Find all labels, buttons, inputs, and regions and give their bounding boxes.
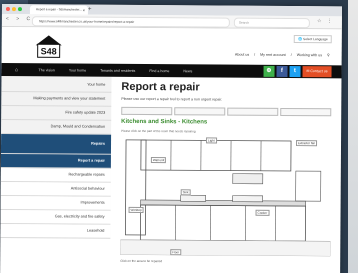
globe-icon: 🌐 [297,37,303,42]
hob[interactable] [232,195,263,203]
sidebar-item-report-repair[interactable]: Report a repair [0,153,111,169]
kitchen-diagram[interactable] [120,134,332,257]
sidebar-item-your-home[interactable]: Your home [1,77,112,93]
room-heading: Kitchens and Sinks - Kitchens [121,118,208,126]
sidebar-item-leasehold[interactable]: Leasehold [0,223,111,239]
contact-us-button[interactable]: ✉ Contact us [302,66,332,78]
room-tab[interactable] [121,106,173,116]
sidebar-item-gas-safety[interactable]: Gas, electricity and fire safety [0,209,111,225]
logo-text: S48 [41,46,57,56]
browser-tools[interactable]: ☆ ⋮ [317,18,334,24]
separator: / [254,52,256,57]
close-tab-icon[interactable]: × [83,6,85,15]
sidebar-item-fire-safety[interactable]: Fire safety update 2023 [1,105,112,121]
browser-tab[interactable]: Report a repair - Sdsmanchester... × [29,5,88,15]
callout-sink[interactable]: Sink [180,189,191,196]
browser-window: Report a repair - Sdsmanchester... × + <… [0,4,342,273]
instruction-text: Please click on the part of the room tha… [121,128,196,134]
sidebar-item-repairs[interactable]: Repairs [0,133,112,155]
top-link-rent-account[interactable]: My rent account [260,53,286,57]
sidebar-item-improvements[interactable]: Improvements [0,195,111,211]
close-window-icon[interactable] [5,7,10,12]
page-title: Report a repair [121,80,200,94]
callout-worktop[interactable]: Worktop [128,206,144,213]
sidebar-item-rechargeable[interactable]: Rechargeable repairs [0,167,111,183]
new-tab-button[interactable]: + [88,6,92,14]
page-body: Your home Making payments and view your … [0,75,341,263]
room-tab[interactable] [174,107,226,116]
room-tabs [121,106,332,117]
sink[interactable] [180,194,206,202]
browser-search-input[interactable]: Search [233,17,310,29]
room-tab[interactable] [280,107,332,117]
home-icon[interactable]: ⌂ [2,66,32,73]
s48-logo[interactable]: S48 [34,33,64,59]
floor[interactable] [120,239,331,257]
top-link-working-with-us[interactable]: Working with us [297,53,322,57]
callout-cooker[interactable]: Cooker [255,209,270,216]
callout-wall-unit[interactable]: Wall unit [150,157,167,164]
room-tab[interactable] [227,107,279,116]
nav-item-your-home[interactable]: Your home [62,68,93,72]
main-content: Report a repair Please use our report a … [110,77,341,263]
top-links: About us / My rent account / Working wit… [231,53,330,58]
sidebar-item-payments[interactable]: Making payments and view your statement [1,91,112,107]
sidebar-item-damp[interactable]: Damp, Mould and Condensation [1,119,112,135]
main-nav: ⌂ The vision Your home Tenants and resid… [1,62,342,79]
callout-floor[interactable]: Floor [170,249,182,256]
minimize-window-icon[interactable] [11,7,16,12]
intro-text: Please use our report a repair tool to r… [121,96,223,102]
sidebar: Your home Making payments and view your … [0,75,112,239]
window-controls[interactable] [5,7,22,12]
select-language-label: Select Language [302,37,328,42]
sidebar-item-antisocial[interactable]: Antisocial behaviour [0,181,111,197]
stage: Report a repair - Sdsmanchester... × + <… [0,0,358,273]
extractor-hood[interactable] [232,173,264,185]
select-language-button[interactable]: 🌐 Select Language [293,35,332,44]
address-bar[interactable]: https://www.s48manchester.co.uk/your-hom… [31,16,230,28]
maximize-window-icon[interactable] [17,7,22,12]
desk-background-right [348,0,358,273]
site-header: S48 🌐 Select Language About us / My rent… [1,26,342,66]
nav-item-news[interactable]: News [176,69,199,73]
facebook-icon[interactable]: f [276,65,288,77]
social-links: ⊕ f t ✉ Contact us [263,65,332,78]
nav-buttons[interactable]: < > C [6,16,33,22]
twitter-icon[interactable]: t [289,66,301,78]
nav-item-tenants[interactable]: Tenants and residents [93,68,142,72]
separator: / [290,53,292,58]
tab-title: Report a repair - Sdsmanchester... [35,7,82,12]
callout-extractor-fan[interactable]: Extractor fan [296,140,318,147]
callout-light[interactable]: Light [206,137,217,144]
diagram-caption: Click on the area to be repaired [120,258,163,264]
top-link-about[interactable]: About us [235,53,249,57]
nav-item-vision[interactable]: The vision [32,68,62,72]
search-icon[interactable]: ⚲ [327,53,330,57]
share-icon[interactable]: ⊕ [263,65,275,77]
nav-item-find-home[interactable]: Find a home [142,68,176,73]
